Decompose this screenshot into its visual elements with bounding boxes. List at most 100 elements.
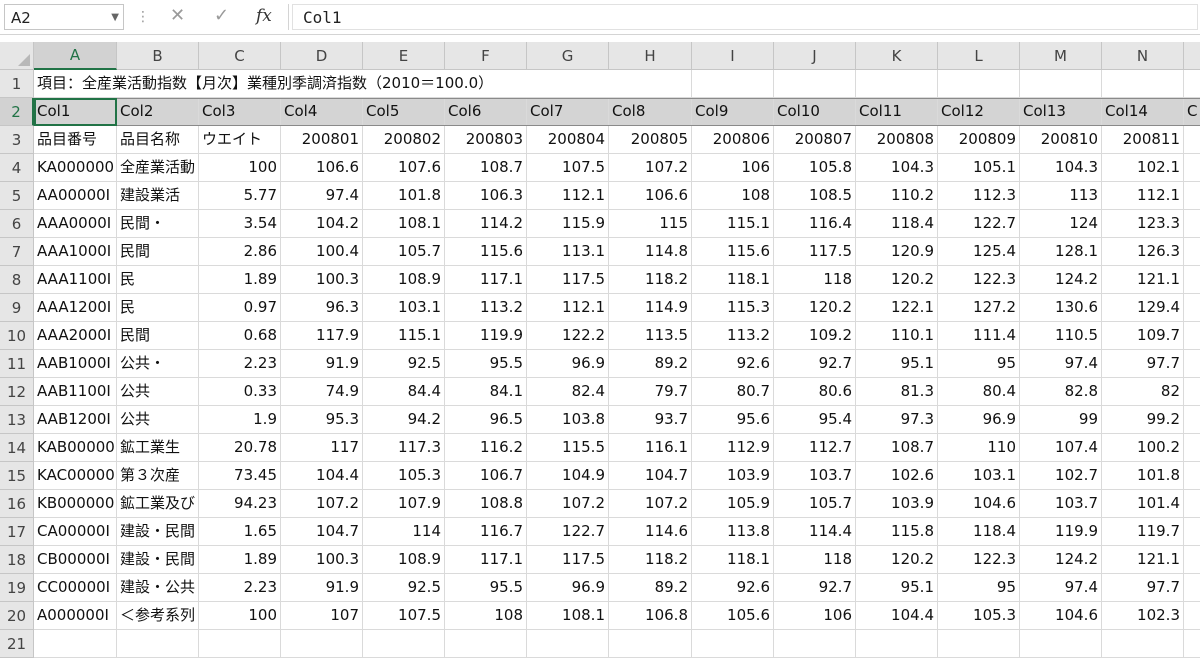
cell-e7[interactable]: 105.7 xyxy=(363,238,445,266)
cell-l2[interactable]: Col12 xyxy=(938,98,1020,126)
cell-n18[interactable]: 121.1 xyxy=(1102,546,1184,574)
cell-a14[interactable]: KAB00000 xyxy=(34,434,117,462)
row-header-13[interactable]: 13 xyxy=(0,406,34,434)
cell-d13[interactable]: 95.3 xyxy=(281,406,363,434)
cell-o18[interactable] xyxy=(1184,546,1200,574)
cell-e4[interactable]: 107.6 xyxy=(363,154,445,182)
cell-o4[interactable] xyxy=(1184,154,1200,182)
cell-f18[interactable]: 117.1 xyxy=(445,546,527,574)
cell-b15[interactable]: 第３次産 xyxy=(117,462,199,490)
cell-h15[interactable]: 104.7 xyxy=(609,462,692,490)
column-header-a[interactable]: A xyxy=(34,42,117,70)
row-header-5[interactable]: 5 xyxy=(0,182,34,210)
cell-j8[interactable]: 118 xyxy=(774,266,856,294)
cell-e17[interactable]: 114 xyxy=(363,518,445,546)
cell-l17[interactable]: 118.4 xyxy=(938,518,1020,546)
cell-m11[interactable]: 97.4 xyxy=(1020,350,1102,378)
cell-d4[interactable]: 106.6 xyxy=(281,154,363,182)
cell-h13[interactable]: 93.7 xyxy=(609,406,692,434)
cell-m6[interactable]: 124 xyxy=(1020,210,1102,238)
cell-f8[interactable]: 117.1 xyxy=(445,266,527,294)
cell-c2[interactable]: Col3 xyxy=(199,98,281,126)
cell-i5[interactable]: 108 xyxy=(692,182,774,210)
row-header-16[interactable]: 16 xyxy=(0,490,34,518)
row-header-18[interactable]: 18 xyxy=(0,546,34,574)
cell-e14[interactable]: 117.3 xyxy=(363,434,445,462)
cell-e19[interactable]: 92.5 xyxy=(363,574,445,602)
cell-g8[interactable]: 117.5 xyxy=(527,266,609,294)
cell-d2[interactable]: Col4 xyxy=(281,98,363,126)
cell-j5[interactable]: 108.5 xyxy=(774,182,856,210)
column-header-partial[interactable] xyxy=(1184,42,1200,70)
cell-l13[interactable]: 96.9 xyxy=(938,406,1020,434)
cell-g20[interactable]: 108.1 xyxy=(527,602,609,630)
row-header-14[interactable]: 14 xyxy=(0,434,34,462)
cell-e10[interactable]: 115.1 xyxy=(363,322,445,350)
enter-icon[interactable]: ✓ xyxy=(214,5,229,26)
cell-h19[interactable]: 89.2 xyxy=(609,574,692,602)
cell-n5[interactable]: 112.1 xyxy=(1102,182,1184,210)
cell-n8[interactable]: 121.1 xyxy=(1102,266,1184,294)
cell-g9[interactable]: 112.1 xyxy=(527,294,609,322)
cell-m16[interactable]: 103.7 xyxy=(1020,490,1102,518)
column-header-i[interactable]: I xyxy=(692,42,774,70)
cell-e21[interactable] xyxy=(363,630,445,658)
cell-i4[interactable]: 106 xyxy=(692,154,774,182)
cell-m15[interactable]: 102.7 xyxy=(1020,462,1102,490)
cell-a7[interactable]: AAA1000I xyxy=(34,238,117,266)
cell-o6[interactable] xyxy=(1184,210,1200,238)
cell-g6[interactable]: 115.9 xyxy=(527,210,609,238)
cell-b4[interactable]: 全産業活動 xyxy=(117,154,199,182)
cell-a19[interactable]: CC00000I xyxy=(34,574,117,602)
cell-f21[interactable] xyxy=(445,630,527,658)
cell-a4[interactable]: KA000000 xyxy=(34,154,117,182)
cell-a5[interactable]: AA00000I xyxy=(34,182,117,210)
cell-n11[interactable]: 97.7 xyxy=(1102,350,1184,378)
cell-b13[interactable]: 公共 xyxy=(117,406,199,434)
cell-h9[interactable]: 114.9 xyxy=(609,294,692,322)
cell-n1[interactable] xyxy=(1102,70,1184,98)
cell-b6[interactable]: 民間・ xyxy=(117,210,199,238)
cell-l7[interactable]: 125.4 xyxy=(938,238,1020,266)
cell-h12[interactable]: 79.7 xyxy=(609,378,692,406)
cancel-icon[interactable]: ✕ xyxy=(170,5,185,26)
column-header-d[interactable]: D xyxy=(281,42,363,70)
cell-b3[interactable]: 品目名称 xyxy=(117,126,199,154)
cell-o5[interactable] xyxy=(1184,182,1200,210)
cell-k14[interactable]: 108.7 xyxy=(856,434,938,462)
cell-f2[interactable]: Col6 xyxy=(445,98,527,126)
cell-a20[interactable]: A000000I xyxy=(34,602,117,630)
cell-d21[interactable] xyxy=(281,630,363,658)
cell-n4[interactable]: 102.1 xyxy=(1102,154,1184,182)
cell-o15[interactable] xyxy=(1184,462,1200,490)
cell-i18[interactable]: 118.1 xyxy=(692,546,774,574)
cell-l14[interactable]: 110 xyxy=(938,434,1020,462)
row-header-1[interactable]: 1 xyxy=(0,70,34,98)
cell-d15[interactable]: 104.4 xyxy=(281,462,363,490)
cell-e9[interactable]: 103.1 xyxy=(363,294,445,322)
cell-f13[interactable]: 96.5 xyxy=(445,406,527,434)
cell-a15[interactable]: KAC00000 xyxy=(34,462,117,490)
cell-j17[interactable]: 114.4 xyxy=(774,518,856,546)
cell-j20[interactable]: 106 xyxy=(774,602,856,630)
cell-h6[interactable]: 115 xyxy=(609,210,692,238)
cell-h5[interactable]: 106.6 xyxy=(609,182,692,210)
cell-n7[interactable]: 126.3 xyxy=(1102,238,1184,266)
column-header-n[interactable]: N xyxy=(1102,42,1184,70)
cell-e12[interactable]: 84.4 xyxy=(363,378,445,406)
cell-c7[interactable]: 2.86 xyxy=(199,238,281,266)
cell-k12[interactable]: 81.3 xyxy=(856,378,938,406)
row-header-7[interactable]: 7 xyxy=(0,238,34,266)
row-header-9[interactable]: 9 xyxy=(0,294,34,322)
cell-b9[interactable]: 民 xyxy=(117,294,199,322)
cell-k1[interactable] xyxy=(856,70,938,98)
cell-o17[interactable] xyxy=(1184,518,1200,546)
cell-d14[interactable]: 117 xyxy=(281,434,363,462)
cell-l1[interactable] xyxy=(938,70,1020,98)
row-header-11[interactable]: 11 xyxy=(0,350,34,378)
cell-i13[interactable]: 95.6 xyxy=(692,406,774,434)
cell-d19[interactable]: 91.9 xyxy=(281,574,363,602)
cell-n10[interactable]: 109.7 xyxy=(1102,322,1184,350)
cell-j10[interactable]: 109.2 xyxy=(774,322,856,350)
row-header-21[interactable]: 21 xyxy=(0,630,34,658)
